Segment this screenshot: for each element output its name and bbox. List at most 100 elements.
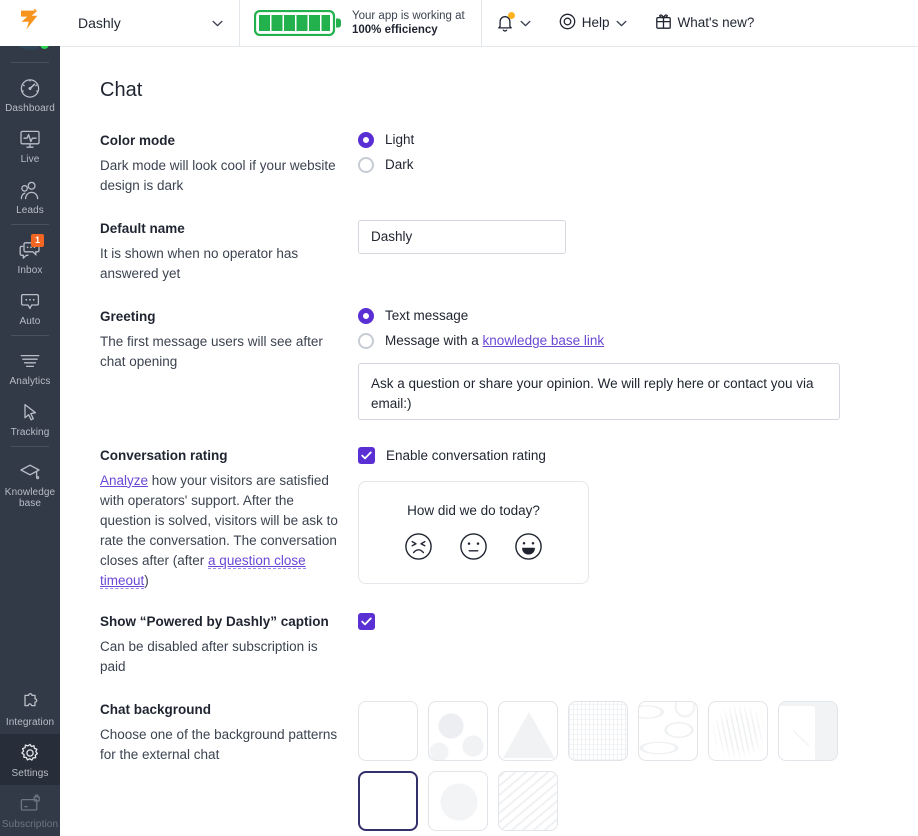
rating-preview-question: How did we do today? [407,503,540,519]
inbox-unread-badge: 1 [31,234,44,247]
analyze-link[interactable]: Analyze [100,473,148,488]
app-logo[interactable] [0,0,60,46]
section-description: Color mode Dark mode will look cool if y… [100,132,358,196]
sidebar-item-label: Analytics [9,376,51,387]
section-hint: Can be disabled after subscription is pa… [100,638,318,674]
sidebar-item-integration[interactable]: Integration [0,683,60,734]
background-swatch-circle-soft[interactable] [428,770,488,831]
section-controls: Light Dark [358,131,918,182]
sidebar-divider [11,62,49,63]
sidebar-item-live[interactable]: Live [0,120,60,171]
section-controls: Text message Message with a knowledge ba… [358,307,918,425]
bell-icon [496,12,515,32]
cursor-icon [17,400,43,424]
section-controls [358,219,918,254]
radio-indicator [358,307,374,324]
background-swatch-brush-strokes[interactable] [708,700,768,761]
background-swatch-plain-white[interactable] [358,700,418,761]
radio-color-mode-dark[interactable]: Dark [358,156,918,173]
radio-greeting-knowledge-base[interactable]: Message with a knowledge base link [358,332,918,349]
section-label: Conversation rating [100,447,228,463]
section-label: Color mode [100,132,176,148]
radio-label: Dark [385,157,414,173]
rating-preview-card: How did we do today? [358,480,589,584]
happy-face-icon[interactable] [514,532,543,561]
app-switcher-dropdown[interactable]: Dashly [60,0,240,46]
radio-indicator [358,131,374,148]
checkbox-indicator [358,612,375,630]
chevron-down-icon [520,15,531,30]
sidebar-item-label: Subscription [1,819,59,830]
background-swatch-dotted[interactable] [358,770,418,831]
radio-label: Text message [385,308,469,324]
background-swatch-triangle[interactable] [498,700,558,761]
sidebar-divider [11,446,49,447]
radio-indicator [358,156,374,173]
section-color-mode: Color mode Dark mode will look cool if y… [100,131,918,196]
neutral-face-icon[interactable] [459,532,488,561]
section-description: Conversation rating Analyze how your vis… [100,447,358,591]
radio-color-mode-light[interactable]: Light [358,131,918,148]
help-circle-icon [559,13,576,33]
efficiency-text: Your app is working at 100% efficiency [352,9,465,37]
section-description: Greeting The first message users will se… [100,308,358,372]
angry-face-icon[interactable] [404,532,433,561]
section-chat-background: Chat background Choose one of the backgr… [100,700,918,831]
radio-greeting-text[interactable]: Text message [358,307,918,324]
knowledge-base-link[interactable]: knowledge base link [483,333,605,348]
help-menu[interactable]: Help [545,0,641,46]
radio-label-prefix: Message with a [385,333,483,349]
efficiency-line-2: 100% efficiency [352,23,438,36]
hint-part-2: ) [144,572,149,588]
auto-message-icon [17,289,43,313]
chat-background-swatch-grid [358,700,848,831]
section-controls [358,612,918,630]
sidebar-item-label: Settings [11,768,49,779]
help-label: Help [581,15,610,31]
sidebar-item-leads[interactable]: Leads [0,171,60,222]
greeting-message-textarea[interactable]: Ask a question or share your opinion. We… [358,362,840,420]
background-swatch-wave-lines[interactable] [638,700,698,761]
efficiency-indicator: Your app is working at 100% efficiency [240,0,482,46]
card-lock-icon [17,792,43,816]
chevron-down-icon [615,15,627,30]
app-switcher-label: Dashly [78,14,121,31]
background-swatch-diagonal-lines[interactable] [498,770,558,831]
sidebar-item-knowledge-base[interactable]: Knowledge base [0,453,60,515]
checkbox-show-powered-by[interactable] [358,612,918,630]
section-hint: Choose one of the background patterns fo… [100,726,338,762]
section-description: Show “Powered by Dashly” caption Can be … [100,613,358,677]
sidebar-item-auto[interactable]: Auto [0,282,60,333]
gear-icon [17,741,43,765]
section-description: Default name It is shown when no operato… [100,220,358,284]
section-controls [358,700,918,831]
sidebar-item-settings[interactable]: Settings [0,734,60,785]
background-swatch-grid-lines[interactable] [568,700,628,761]
sidebar-item-inbox[interactable]: 1 Inbox [0,231,60,282]
background-swatch-geo-shapes[interactable] [778,700,838,761]
chevron-down-icon [212,14,223,32]
monitor-pulse-icon [17,127,43,151]
default-name-input[interactable] [358,219,566,254]
analytics-icon [17,349,43,373]
checkbox-enable-conversation-rating[interactable]: Enable conversation rating [358,446,918,464]
settings-content: Chat Color mode Dark mode will look cool… [60,46,918,836]
whats-new-button[interactable]: What's new? [641,0,769,46]
section-hint: The first message users will see after c… [100,333,323,369]
sidebar-item-subscription[interactable]: Subscription [0,785,60,836]
section-default-name: Default name It is shown when no operato… [100,219,918,284]
section-powered-by-caption: Show “Powered by Dashly” caption Can be … [100,612,918,677]
sidebar-item-analytics[interactable]: Analytics [0,342,60,393]
radio-label: Light [385,132,415,148]
section-conversation-rating: Conversation rating Analyze how your vis… [100,446,918,591]
section-label: Chat background [100,701,212,717]
notifications-button[interactable] [482,0,545,46]
sidebar-item-label: Live [20,154,40,165]
sidebar-item-label: Leads [16,205,44,216]
gift-icon [655,13,672,33]
sidebar-item-dashboard[interactable]: Dashboard [0,69,60,120]
section-label: Show “Powered by Dashly” caption [100,613,329,629]
sidebar-item-tracking[interactable]: Tracking [0,393,60,444]
background-swatch-soft-blobs[interactable] [428,700,488,761]
graduation-cap-icon [17,460,43,484]
